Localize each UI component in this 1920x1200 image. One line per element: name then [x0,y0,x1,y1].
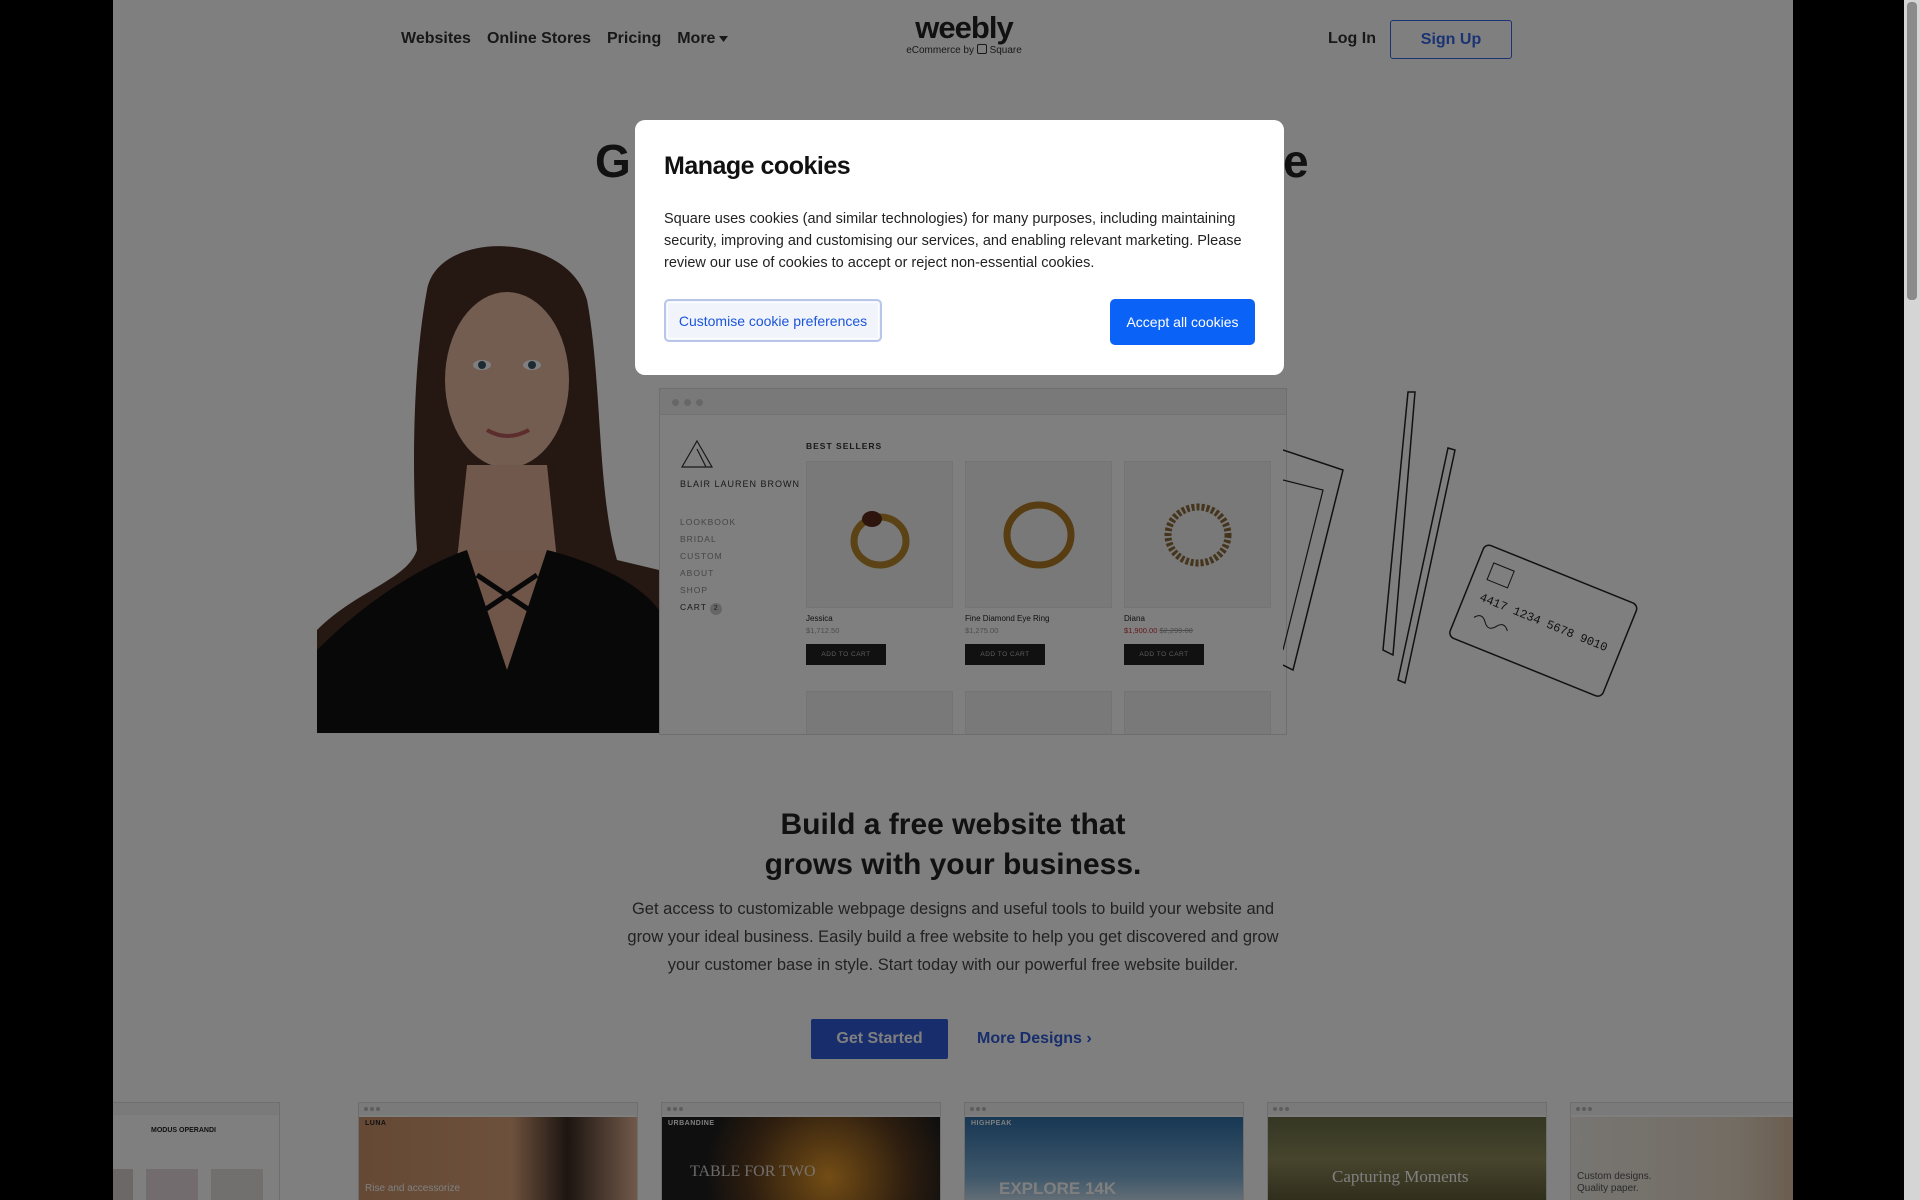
page-scrollbar[interactable] [1904,0,1920,1200]
dialog-title: Manage cookies [664,152,851,180]
customise-cookies-button[interactable]: Customise cookie preferences [664,299,882,342]
accept-all-cookies-button[interactable]: Accept all cookies [1110,299,1255,345]
cookie-dialog: Manage cookies Square uses cookies (and … [635,120,1284,375]
scrollbar-thumb[interactable] [1907,2,1917,300]
dialog-text: Square uses cookies (and similar technol… [664,211,1242,271]
